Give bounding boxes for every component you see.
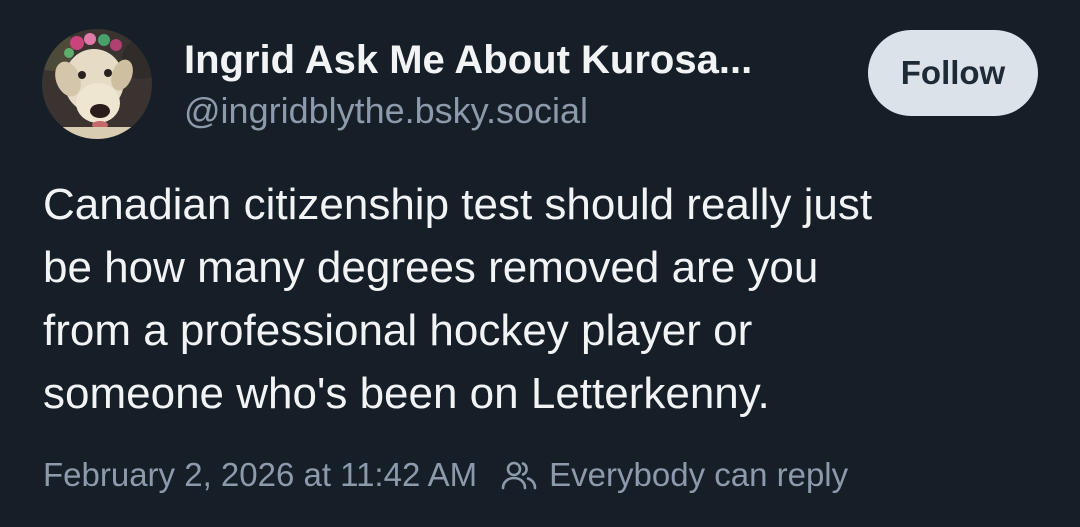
reply-setting[interactable]: Everybody can reply	[477, 456, 848, 494]
post-timestamp[interactable]: February 2, 2026 at 11:42 AM	[43, 456, 477, 494]
post-text: Canadian citizenship test should really …	[43, 180, 873, 418]
reply-setting-label: Everybody can reply	[549, 456, 849, 493]
post-meta: February 2, 2026 at 11:42 AM Everybody c…	[43, 452, 848, 498]
author-display-name[interactable]: Ingrid Ask Me About Kurosa...	[184, 36, 844, 84]
post-card: Ingrid Ask Me About Kurosa... @ingridbly…	[0, 0, 1080, 527]
people-icon	[501, 459, 537, 491]
author-handle[interactable]: @ingridblythe.bsky.social	[184, 88, 588, 134]
follow-button[interactable]: Follow	[868, 30, 1038, 116]
avatar[interactable]	[42, 29, 152, 139]
dog-avatar-image	[42, 29, 152, 139]
